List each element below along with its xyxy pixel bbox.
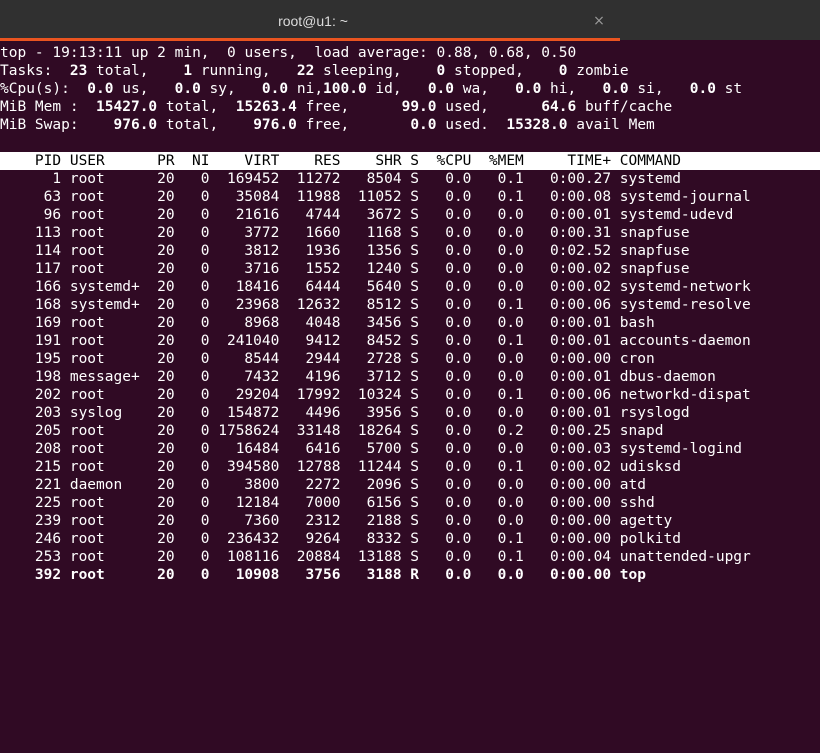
summary-cpu-line: %Cpu(s): 0.0 us, 0.0 sy, 0.0 ni,100.0 id… — [0, 81, 743, 97]
process-row: 96 root 20 0 21616 4744 3672 S 0.0 0.0 0… — [0, 207, 734, 223]
process-row: 114 root 20 0 3812 1936 1356 S 0.0 0.0 0… — [0, 243, 690, 259]
process-row: 221 daemon 20 0 3800 2272 2096 S 0.0 0.0… — [0, 477, 647, 493]
process-row: 205 root 20 0 1758624 33148 18264 S 0.0 … — [0, 423, 664, 439]
process-row: 166 systemd+ 20 0 18416 6444 5640 S 0.0 … — [0, 279, 751, 295]
process-row: 191 root 20 0 241040 9412 8452 S 0.0 0.1… — [0, 333, 751, 349]
load-average: 0.88, 0.68, 0.50 — [436, 45, 577, 61]
summary-swap-line: MiB Swap: 976.0 total, 976.0 free, 0.0 u… — [0, 117, 655, 133]
process-table-header: PID USER PR NI VIRT RES SHR S %CPU %MEM … — [0, 152, 820, 170]
summary-uptime-line: top - 19:13:11 up 2 min, 0 users, load a… — [0, 45, 577, 61]
process-row: 168 systemd+ 20 0 23968 12632 8512 S 0.0… — [0, 297, 751, 313]
process-row: 246 root 20 0 236432 9264 8332 S 0.0 0.1… — [0, 531, 681, 547]
process-row: 253 root 20 0 108116 20884 13188 S 0.0 0… — [0, 549, 751, 565]
process-row: 169 root 20 0 8968 4048 3456 S 0.0 0.0 0… — [0, 315, 655, 331]
process-row: 225 root 20 0 12184 7000 6156 S 0.0 0.0 … — [0, 495, 655, 511]
title-bar: root@u1: ~ × — [0, 0, 820, 41]
process-table-body: 1 root 20 0 169452 11272 8504 S 0.0 0.1 … — [0, 170, 820, 566]
summary-tasks-line: Tasks: 23 total, 1 running, 22 sleeping,… — [0, 63, 629, 79]
process-row: 203 syslog 20 0 154872 4496 3956 S 0.0 0… — [0, 405, 690, 421]
process-row: 198 message+ 20 0 7432 4196 3712 S 0.0 0… — [0, 369, 716, 385]
clock-time: 19:13:11 — [52, 45, 123, 61]
process-row: 63 root 20 0 35084 11988 11052 S 0.0 0.1… — [0, 189, 751, 205]
process-row: 1 root 20 0 169452 11272 8504 S 0.0 0.1 … — [0, 171, 681, 187]
window-title: root@u1: ~ — [278, 13, 348, 29]
process-row: 117 root 20 0 3716 1552 1240 S 0.0 0.0 0… — [0, 261, 690, 277]
process-row: 195 root 20 0 8544 2944 2728 S 0.0 0.0 0… — [0, 351, 655, 367]
process-row: 239 root 20 0 7360 2312 2188 S 0.0 0.0 0… — [0, 513, 673, 529]
summary-mem-line: MiB Mem : 15427.0 total, 15263.4 free, 9… — [0, 99, 673, 115]
process-row: 208 root 20 0 16484 6416 5700 S 0.0 0.0 … — [0, 441, 743, 457]
terminal-window: root@u1: ~ × top - 19:13:11 up 2 min, 0 … — [0, 0, 820, 753]
process-row: 215 root 20 0 394580 12788 11244 S 0.0 0… — [0, 459, 681, 475]
close-icon[interactable]: × — [588, 10, 610, 32]
process-row: 202 root 20 0 29204 17992 10324 S 0.0 0.… — [0, 387, 751, 403]
process-row: 113 root 20 0 3772 1660 1168 S 0.0 0.0 0… — [0, 225, 690, 241]
active-tab-indicator — [0, 38, 620, 41]
process-row-active: 392 root 20 0 10908 3756 3188 R 0.0 0.0 … — [0, 567, 647, 583]
terminal-output[interactable]: top - 19:13:11 up 2 min, 0 users, load a… — [0, 44, 820, 584]
